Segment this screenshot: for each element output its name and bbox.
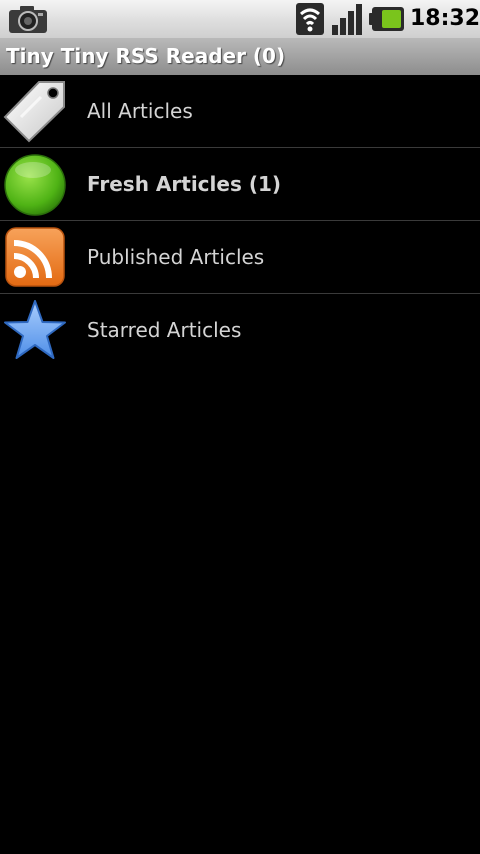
list-item-label: Published Articles: [87, 245, 265, 269]
clock: 18:32: [410, 6, 480, 31]
rss-icon: [3, 225, 67, 289]
title-bar: Tiny Tiny RSS Reader (0): [0, 38, 480, 75]
page-title: Tiny Tiny RSS Reader (0): [6, 44, 286, 68]
battery-icon: [369, 6, 405, 36]
feed-list: All Articles Fresh Articles (1) Publishe…: [0, 75, 480, 367]
green-circle-icon: [3, 152, 67, 216]
list-item-fresh-articles[interactable]: Fresh Articles (1): [0, 148, 480, 221]
list-item-label: Fresh Articles (1): [87, 172, 282, 196]
status-bar: 18:32: [0, 0, 480, 38]
wifi-icon: [296, 3, 324, 39]
signal-icon: [331, 3, 365, 39]
list-item-label: Starred Articles: [87, 318, 242, 342]
camera-icon: [8, 4, 48, 38]
star-icon: [3, 298, 67, 362]
list-item-label: All Articles: [87, 99, 193, 123]
tag-icon: [3, 79, 67, 143]
list-item-all-articles[interactable]: All Articles: [0, 75, 480, 148]
list-item-published-articles[interactable]: Published Articles: [0, 221, 480, 294]
list-item-starred-articles[interactable]: Starred Articles: [0, 294, 480, 367]
